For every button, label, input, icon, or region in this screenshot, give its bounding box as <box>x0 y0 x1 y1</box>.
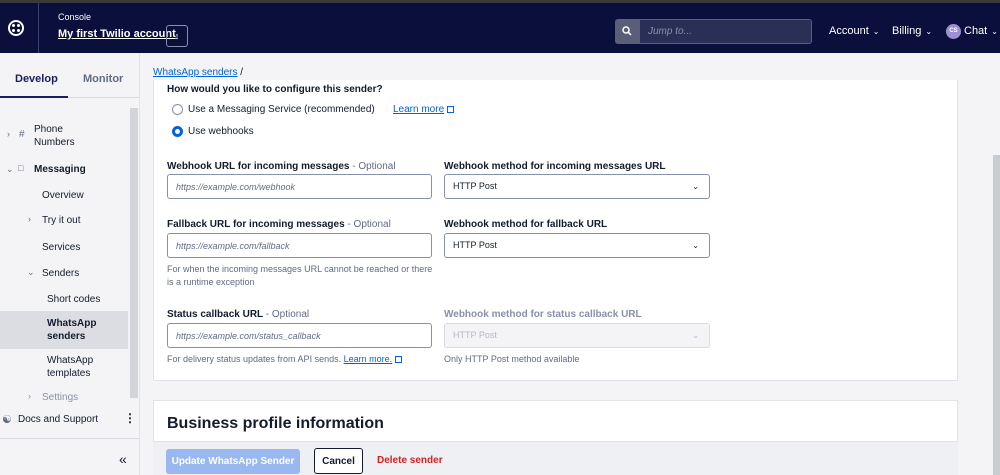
chevron-down-icon: ⌄ <box>991 27 998 36</box>
cancel-button[interactable]: Cancel <box>314 448 363 474</box>
sidebar-item-phone-numbers[interactable]: Phone Numbers <box>34 123 84 149</box>
sidebar-item-try-it-out[interactable]: Try it out <box>42 214 81 227</box>
sidebar-divider <box>0 438 140 439</box>
sidebar-item-docs-support[interactable]: Docs and Support <box>18 413 98 426</box>
billing-menu[interactable]: Billing ⌄ <box>892 25 932 37</box>
sidebar-item-settings[interactable]: Settings <box>42 391 78 404</box>
more-vertical-icon[interactable]: ⋮ <box>124 411 136 425</box>
status-help-text: For delivery status updates from API sen… <box>167 353 403 366</box>
tab-develop[interactable]: Develop <box>15 73 58 85</box>
configure-question: How would you like to configure this sen… <box>167 84 383 95</box>
chat-menu[interactable]: Chat ⌄ <box>964 25 998 37</box>
sidebar-item-messaging[interactable]: Messaging <box>34 163 86 176</box>
chevron-right-icon[interactable]: › <box>28 214 31 224</box>
sidebar-item-short-codes[interactable]: Short codes <box>47 293 100 306</box>
fallback-url-label: Fallback URL for incoming messages - Opt… <box>167 219 391 230</box>
account-menu[interactable]: Account ⌄ <box>829 25 879 37</box>
optional-tag: - Optional <box>265 309 310 320</box>
sidebar-item-overview[interactable]: Overview <box>42 189 84 202</box>
breadcrumb-separator: / <box>240 67 244 78</box>
delete-sender-button[interactable]: Delete sender <box>377 455 443 466</box>
webhooks-radio[interactable] <box>172 126 183 137</box>
external-link-icon <box>395 356 403 363</box>
tab-monitor[interactable]: Monitor <box>83 73 123 85</box>
account-name-link[interactable]: My first Twilio account <box>58 28 176 40</box>
fallback-url-input[interactable] <box>167 233 432 258</box>
status-method-value: HTTP Post <box>453 330 497 340</box>
webhooks-label: Use webhooks <box>188 126 254 137</box>
globe-icon: ☯ <box>2 414 12 426</box>
account-menu-label: Account <box>829 25 869 37</box>
avatar[interactable]: CS <box>946 24 961 39</box>
fallback-method-select[interactable]: HTTP Post ⌄ <box>444 233 710 258</box>
learn-more-link[interactable]: Learn more <box>393 104 455 115</box>
learn-more-label: Learn more <box>393 104 445 115</box>
business-profile-title: Business profile information <box>167 415 384 432</box>
incoming-method-label: Webhook method for incoming messages URL <box>444 161 666 172</box>
sidebar-item-services[interactable]: Services <box>42 241 80 254</box>
collapse-sidebar-button[interactable]: « <box>119 451 127 467</box>
active-tab-indicator <box>0 96 68 98</box>
chevron-down-icon: ⌄ <box>692 182 699 191</box>
account-switcher-button[interactable]: ↕ <box>166 25 188 47</box>
update-sender-button[interactable]: Update WhatsApp Sender <box>166 449 300 474</box>
chevron-down-icon[interactable]: ⌄ <box>27 267 35 278</box>
optional-tag: - Optional <box>347 219 391 230</box>
chevron-down-icon: ⌄ <box>692 331 699 340</box>
status-method-select: HTTP Post ⌄ <box>444 323 710 348</box>
incoming-method-value: HTTP Post <box>453 181 497 191</box>
divider <box>38 3 39 53</box>
chevron-down-icon: ⌄ <box>692 241 699 250</box>
search-button[interactable] <box>615 19 639 44</box>
messaging-service-label: Use a Messaging Service (recommended) <box>188 104 375 115</box>
messaging-service-radio[interactable] <box>172 104 183 115</box>
search-icon <box>622 26 632 36</box>
status-callback-label: Status callback URL - Optional <box>167 309 309 320</box>
hash-icon: # <box>19 129 25 140</box>
fallback-method-value: HTTP Post <box>453 240 497 250</box>
breadcrumb-whatsapp-senders-link[interactable]: WhatsApp senders <box>153 67 238 78</box>
chevron-right-icon[interactable]: › <box>28 391 31 401</box>
optional-tag: - Optional <box>352 161 396 172</box>
incoming-url-label: Webhook URL for incoming messages - Opti… <box>167 161 396 172</box>
status-help-label: For delivery status updates from API sen… <box>167 354 342 364</box>
fallback-url-label-text: Fallback URL for incoming messages <box>167 219 345 230</box>
sidebar-item-whatsapp-templates[interactable]: WhatsApp templates <box>47 354 107 380</box>
chevron-right-icon[interactable]: › <box>7 129 10 139</box>
chevron-down-icon: ⌄ <box>872 27 880 36</box>
breadcrumb: WhatsApp senders / <box>153 67 243 78</box>
sidebar-scrollbar[interactable] <box>130 108 138 398</box>
chevron-down-icon[interactable]: ⌄ <box>6 164 14 175</box>
status-callback-input[interactable] <box>167 323 432 348</box>
top-bar: Console My first Twilio account ↕ Accoun… <box>0 0 1000 53</box>
twilio-logo-icon[interactable] <box>8 20 24 36</box>
chat-bubble-icon: □ <box>18 163 24 173</box>
sidebar-item-whatsapp-senders[interactable]: WhatsApp senders <box>47 317 107 343</box>
external-link-icon <box>447 106 455 113</box>
sidebar: Develop Monitor › # Phone Numbers ⌄ □ Me… <box>0 53 140 475</box>
chevron-up-down-icon: ↕ <box>174 31 180 41</box>
status-callback-label-text: Status callback URL <box>167 309 263 320</box>
status-learn-more-link[interactable]: Learn more. <box>344 354 403 364</box>
sidebar-item-label: Phone Numbers <box>34 124 75 148</box>
incoming-url-input[interactable] <box>167 174 432 199</box>
status-learn-more-label: Learn more. <box>343 354 393 364</box>
fallback-method-label: Webhook method for fallback URL <box>444 219 608 230</box>
status-method-label: Webhook method for status callback URL <box>444 309 642 320</box>
sidebar-item-senders[interactable]: Senders <box>42 267 79 280</box>
fallback-help-text: For when the incoming messages URL canno… <box>167 264 433 287</box>
console-label: Console <box>58 12 92 22</box>
chevron-down-icon: ⌄ <box>925 27 933 36</box>
incoming-url-label-text: Webhook URL for incoming messages <box>167 161 350 172</box>
main-scrollbar[interactable] <box>993 155 1000 475</box>
jump-to-search-input[interactable] <box>639 19 812 44</box>
incoming-method-select[interactable]: HTTP Post ⌄ <box>444 174 710 199</box>
chat-menu-label: Chat <box>964 25 988 37</box>
billing-menu-label: Billing <box>892 25 922 37</box>
status-method-help-text: Only HTTP Post method available <box>444 354 580 364</box>
